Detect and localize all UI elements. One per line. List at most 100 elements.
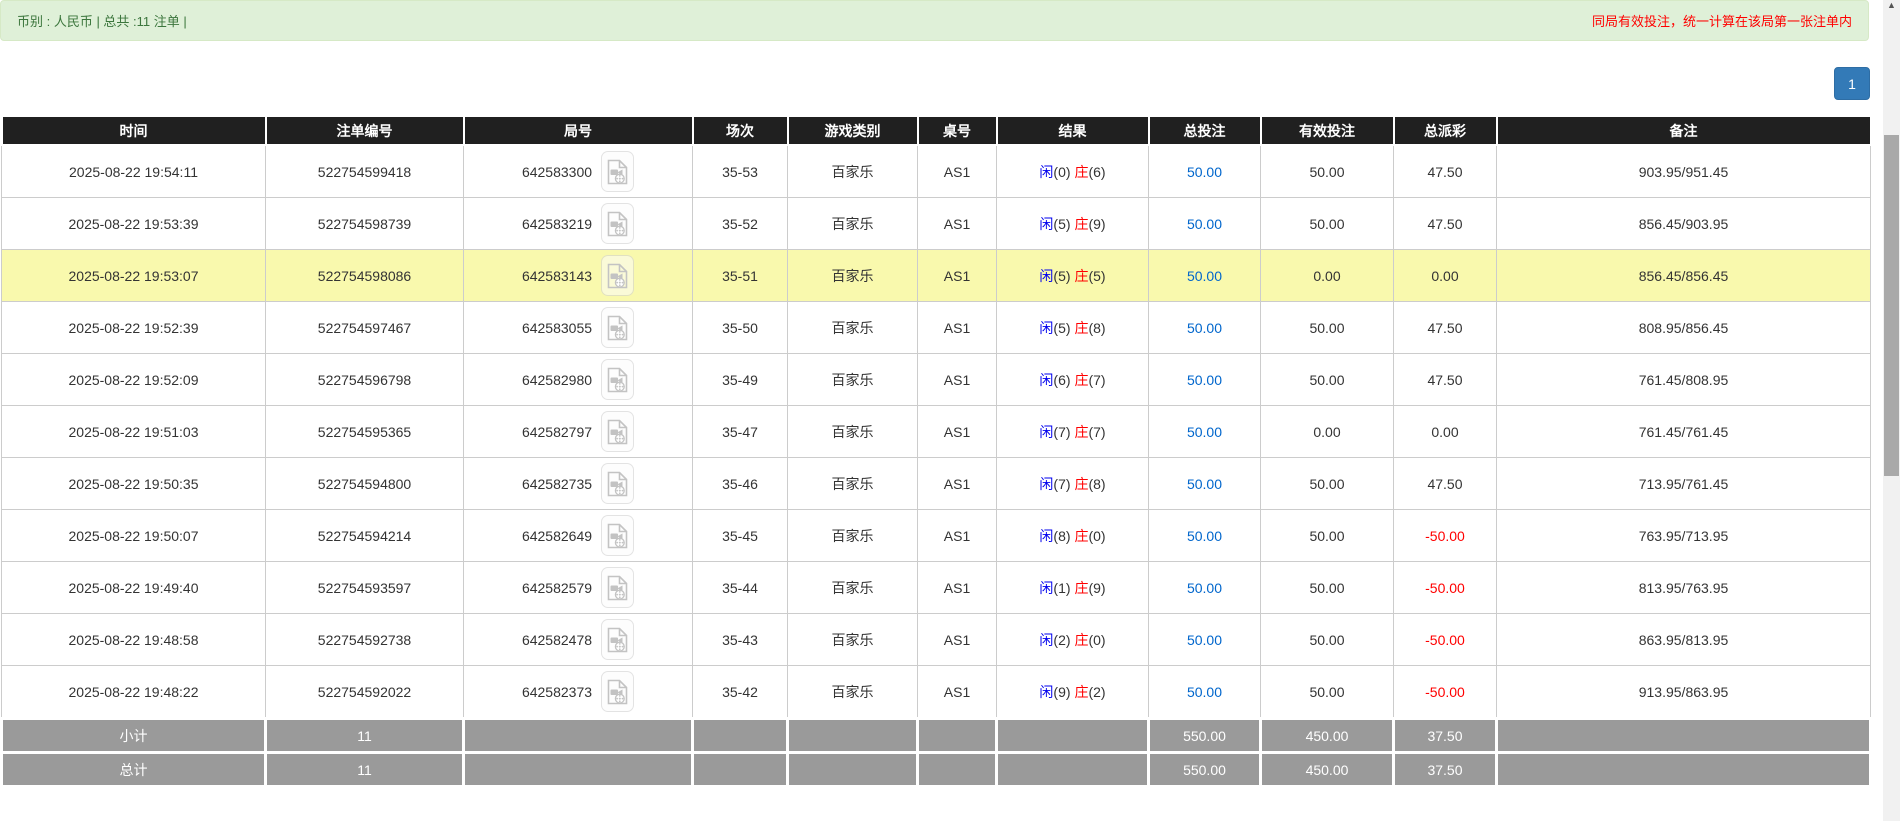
banker-result-label: 庄 (1074, 320, 1088, 336)
cell-total-bet: 50.00 (1149, 510, 1261, 562)
cell-round-id: 642582649 (464, 510, 693, 562)
video-replay-button[interactable] (601, 359, 634, 400)
cell-session: 35-53 (693, 145, 788, 198)
cell-table-code: AS1 (918, 666, 997, 719)
cell-result: 闲(6) 庄(7) (997, 354, 1149, 406)
player-result-label: 闲 (1039, 528, 1053, 544)
round-id-text: 642582797 (522, 424, 592, 440)
banker-result-label: 庄 (1074, 684, 1088, 700)
table-row: 2025-08-22 19:48:58 522754592738 6425824… (2, 614, 1871, 666)
total-bet-link[interactable]: 50.00 (1187, 476, 1222, 492)
banker-result-score: (9) (1088, 216, 1105, 232)
banker-result-label: 庄 (1074, 424, 1088, 440)
table-row: 2025-08-22 19:53:07 522754598086 6425831… (2, 250, 1871, 302)
cell-total-bet: 50.00 (1149, 354, 1261, 406)
player-result-label: 闲 (1039, 372, 1053, 388)
total-bet-link[interactable]: 50.00 (1187, 216, 1222, 232)
cell-game-type: 百家乐 (788, 406, 918, 458)
video-file-icon (607, 211, 628, 237)
cell-round-id: 642582980 (464, 354, 693, 406)
cell-time: 2025-08-22 19:48:22 (2, 666, 266, 719)
video-replay-button[interactable] (601, 567, 634, 608)
video-replay-button[interactable] (601, 411, 634, 452)
table-row: 2025-08-22 19:50:07 522754594214 6425826… (2, 510, 1871, 562)
scrollbar-thumb[interactable] (1884, 135, 1899, 476)
banker-result-label: 庄 (1074, 268, 1088, 284)
cell-game-type: 百家乐 (788, 145, 918, 198)
video-replay-button[interactable] (601, 255, 634, 296)
banker-result-score: (8) (1088, 476, 1105, 492)
subtotal-total-bet: 550.00 (1149, 719, 1261, 753)
col-header-remark: 备注 (1497, 116, 1871, 145)
player-result-label: 闲 (1039, 268, 1053, 284)
total-total-bet: 550.00 (1149, 753, 1261, 787)
cell-result: 闲(5) 庄(8) (997, 302, 1149, 354)
total-bet-link[interactable]: 50.00 (1187, 372, 1222, 388)
cell-total-bet: 50.00 (1149, 614, 1261, 666)
player-result-label: 闲 (1039, 320, 1053, 336)
round-id-text: 642583055 (522, 320, 592, 336)
player-result-score: (8) (1053, 528, 1070, 544)
video-replay-button[interactable] (601, 203, 634, 244)
valid-bet-notice-text: 同局有效投注，统一计算在该局第一张注单内 (1592, 11, 1852, 30)
cell-round-id: 642583055 (464, 302, 693, 354)
banker-result-score: (7) (1088, 424, 1105, 440)
table-row: 2025-08-22 19:48:22 522754592022 6425823… (2, 666, 1871, 719)
cell-remark: 761.45/761.45 (1497, 406, 1871, 458)
cell-payout: 0.00 (1394, 406, 1497, 458)
video-replay-button[interactable] (601, 515, 634, 556)
cell-session: 35-45 (693, 510, 788, 562)
player-result-label: 闲 (1039, 476, 1053, 492)
cell-total-bet: 50.00 (1149, 458, 1261, 510)
total-bet-link[interactable]: 50.00 (1187, 632, 1222, 648)
player-result-score: (9) (1053, 684, 1070, 700)
currency-summary-text: 币别 : 人民币 | 总共 :11 注单 | (17, 11, 187, 30)
video-file-icon (607, 471, 628, 497)
player-result-score: (5) (1053, 320, 1070, 336)
page-1-button[interactable]: 1 (1834, 67, 1870, 100)
cell-bet-id: 522754593597 (266, 562, 464, 614)
scroll-up-arrow-icon[interactable]: ▲ (1883, 0, 1900, 16)
cell-table-code: AS1 (918, 562, 997, 614)
cell-result: 闲(5) 庄(9) (997, 198, 1149, 250)
cell-bet-id: 522754598086 (266, 250, 464, 302)
col-header-payout: 总派彩 (1394, 116, 1497, 145)
total-bet-link[interactable]: 50.00 (1187, 528, 1222, 544)
table-row: 2025-08-22 19:53:39 522754598739 6425832… (2, 198, 1871, 250)
total-bet-link[interactable]: 50.00 (1187, 684, 1222, 700)
cell-bet-id: 522754592022 (266, 666, 464, 719)
cell-remark: 903.95/951.45 (1497, 145, 1871, 198)
cell-session: 35-47 (693, 406, 788, 458)
cell-time: 2025-08-22 19:51:03 (2, 406, 266, 458)
cell-remark: 913.95/863.95 (1497, 666, 1871, 719)
video-replay-button[interactable] (601, 307, 634, 348)
total-bet-link[interactable]: 50.00 (1187, 580, 1222, 596)
total-label: 总计 (2, 753, 266, 787)
total-bet-link[interactable]: 50.00 (1187, 424, 1222, 440)
video-replay-button[interactable] (601, 619, 634, 660)
round-id-text: 642582649 (522, 528, 592, 544)
cell-total-bet: 50.00 (1149, 198, 1261, 250)
player-result-score: (5) (1053, 268, 1070, 284)
cell-remark: 761.45/808.95 (1497, 354, 1871, 406)
round-id-text: 642583143 (522, 268, 592, 284)
cell-time: 2025-08-22 19:50:07 (2, 510, 266, 562)
player-result-score: (6) (1053, 372, 1070, 388)
video-replay-button[interactable] (601, 463, 634, 504)
cell-total-bet: 50.00 (1149, 562, 1261, 614)
total-bet-link[interactable]: 50.00 (1187, 320, 1222, 336)
cell-total-bet: 50.00 (1149, 145, 1261, 198)
video-file-icon (607, 523, 628, 549)
vertical-scrollbar[interactable]: ▲ (1883, 0, 1900, 821)
cell-total-bet: 50.00 (1149, 302, 1261, 354)
video-replay-button[interactable] (601, 671, 634, 712)
round-id-text: 642582373 (522, 684, 592, 700)
round-id-text: 642582980 (522, 372, 592, 388)
cell-session: 35-49 (693, 354, 788, 406)
video-replay-button[interactable] (601, 151, 634, 192)
total-bet-link[interactable]: 50.00 (1187, 164, 1222, 180)
total-bet-link[interactable]: 50.00 (1187, 268, 1222, 284)
table-row: 2025-08-22 19:50:35 522754594800 6425827… (2, 458, 1871, 510)
round-id-text: 642583300 (522, 164, 592, 180)
banker-result-label: 庄 (1074, 164, 1088, 180)
